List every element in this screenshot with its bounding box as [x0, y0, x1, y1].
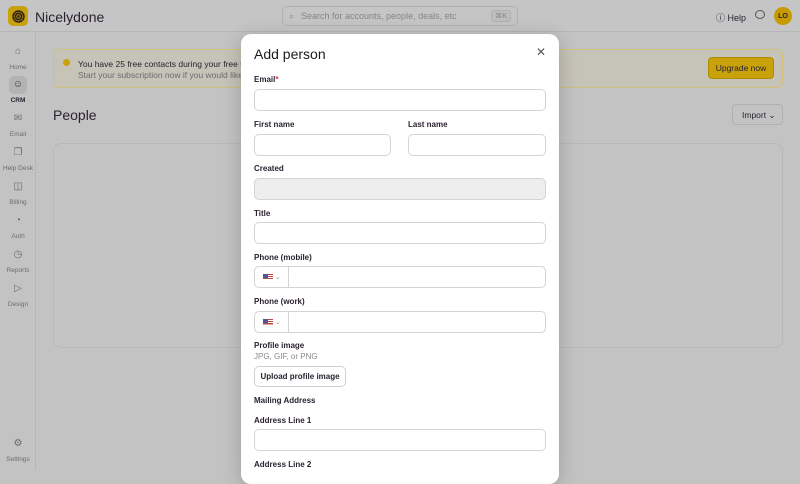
- sidebar-item-crm[interactable]: ☺ CRM: [0, 76, 36, 104]
- import-button[interactable]: Import ⌄: [732, 104, 783, 125]
- address-line-1-label: Address Line 1: [254, 416, 312, 425]
- email-icon: ✉: [13, 113, 23, 124]
- sidebar-label: CRM: [10, 97, 26, 104]
- avatar[interactable]: LO: [774, 7, 792, 25]
- design-icon: ▷: [14, 283, 22, 294]
- close-icon[interactable]: ✕: [536, 45, 546, 59]
- billing-icon: ◫: [13, 181, 23, 192]
- sidebar: ⌂ Home ☺ CRM ✉ Email ❐ Help Desk ◫ Billing ◔ A…: [0, 32, 36, 470]
- search-input[interactable]: ⌕ Search for accounts, people, deals, etc…: [282, 6, 518, 26]
- help-icon: ⓘ: [716, 13, 728, 23]
- search-icon: ⌕: [289, 11, 295, 21]
- country-select[interactable]: ⌄: [255, 312, 289, 332]
- sidebar-item-design[interactable]: ▷ Design: [0, 280, 36, 308]
- chevron-down-icon: ⌄: [274, 274, 281, 281]
- created-field: [254, 178, 546, 200]
- upload-profile-image-button[interactable]: Upload profile image: [254, 366, 346, 387]
- email-field[interactable]: [254, 89, 546, 111]
- sidebar-label: Reports: [6, 267, 30, 274]
- last-name-label: Last name: [408, 120, 448, 129]
- profile-image-hint: JPG, GIF, or PNG: [254, 352, 318, 361]
- shortcut-badge: ⌘K: [491, 10, 511, 22]
- sidebar-label: Email: [9, 131, 27, 138]
- sidebar-item-help-desk[interactable]: ❐ Help Desk: [0, 144, 36, 172]
- upgrade-button[interactable]: Upgrade now: [708, 57, 774, 79]
- phone-mobile-field[interactable]: ⌄: [254, 266, 546, 288]
- sidebar-item-email[interactable]: ✉ Email: [0, 110, 36, 138]
- crm-icon: ☺: [9, 76, 27, 94]
- us-flag-icon: [263, 273, 273, 281]
- email-label-text: Email: [254, 75, 276, 84]
- chevron-down-icon: ⌄: [274, 319, 281, 326]
- auth-icon: ◔: [14, 215, 22, 226]
- sidebar-item-home[interactable]: ⌂ Home: [0, 43, 36, 71]
- created-label: Created: [254, 164, 284, 173]
- info-icon: [63, 59, 70, 66]
- last-name-field[interactable]: [408, 134, 546, 156]
- chat-icon[interactable]: [755, 10, 765, 19]
- reports-icon: ◷: [13, 249, 23, 260]
- banner-title: You have 25 free contacts during your fr…: [78, 59, 254, 69]
- title-field[interactable]: [254, 222, 546, 244]
- gear-icon: ⚙: [13, 438, 23, 449]
- search-placeholder: Search for accounts, people, deals, etc: [301, 11, 457, 21]
- sidebar-label: Settings: [6, 456, 30, 463]
- top-bar: Nicelydone ⌕ Search for accounts, people,…: [0, 0, 800, 32]
- sidebar-item-auth[interactable]: ◔ Auth: [0, 212, 36, 240]
- help-button[interactable]: ⓘ Help: [716, 11, 746, 24]
- first-name-field[interactable]: [254, 134, 391, 156]
- mailing-address-heading: Mailing Address: [254, 396, 316, 405]
- first-name-label: First name: [254, 120, 295, 129]
- add-person-modal: Add person ✕ Email* First name Last name…: [241, 34, 559, 484]
- logo: [8, 6, 28, 26]
- profile-image-label: Profile image: [254, 341, 305, 350]
- sidebar-label: Auth: [11, 233, 25, 240]
- us-flag-icon: [263, 318, 273, 326]
- email-label: Email*: [254, 75, 278, 84]
- sidebar-item-billing[interactable]: ◫ Billing: [0, 178, 36, 206]
- sidebar-label: Help Desk: [3, 165, 33, 172]
- country-select[interactable]: ⌄: [255, 267, 289, 287]
- sidebar-label: Billing: [9, 199, 27, 206]
- address-line-1-field[interactable]: [254, 429, 546, 451]
- page-title: People: [53, 107, 97, 123]
- sidebar-label: Home: [9, 64, 27, 71]
- app-name: Nicelydone: [35, 9, 105, 25]
- sidebar-item-reports[interactable]: ◷ Reports: [0, 246, 36, 274]
- modal-title: Add person: [254, 46, 326, 62]
- title-label: Title: [254, 209, 271, 218]
- help-label: Help: [727, 13, 747, 23]
- sidebar-label: Design: [7, 301, 29, 308]
- phone-work-label: Phone (work): [254, 297, 305, 306]
- home-icon: ⌂: [14, 46, 22, 57]
- phone-mobile-label: Phone (mobile): [254, 253, 312, 262]
- required-mark: *: [275, 75, 279, 84]
- sidebar-item-settings[interactable]: ⚙ Settings: [0, 435, 36, 463]
- phone-work-field[interactable]: ⌄: [254, 311, 546, 333]
- address-line-2-label: Address Line 2: [254, 460, 312, 469]
- banner-subtitle: Start your subscription now if you would…: [78, 70, 257, 80]
- help-desk-icon: ❐: [13, 147, 23, 158]
